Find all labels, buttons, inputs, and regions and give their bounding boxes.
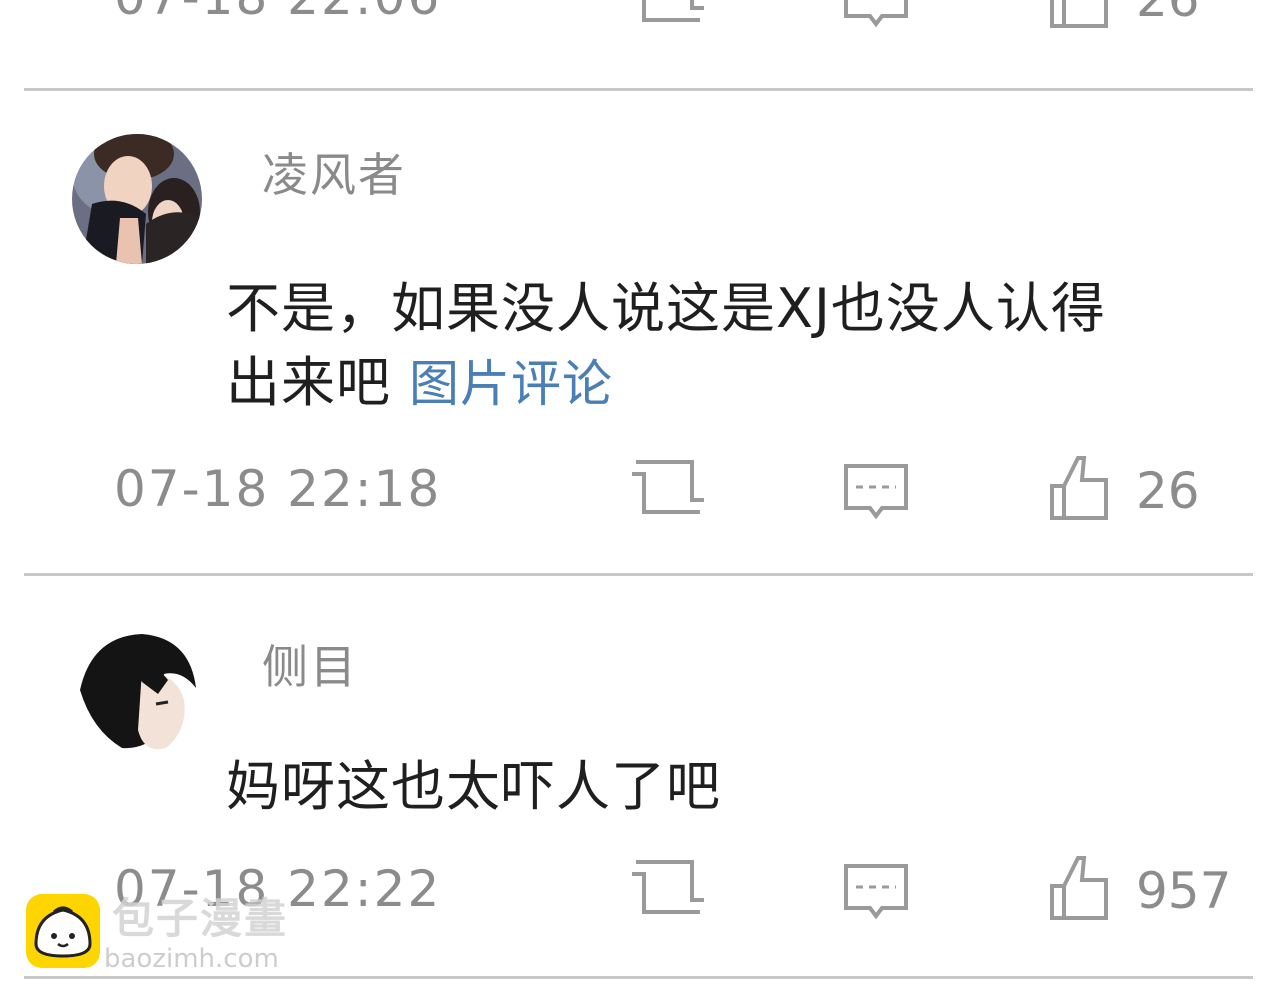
watermark-logo-icon — [26, 894, 100, 968]
watermark: 包子漫畫 baozimh.com — [24, 890, 324, 980]
reply-icon[interactable] — [842, 0, 910, 30]
watermark-name: 包子漫畫 — [112, 894, 289, 943]
comment-time: 07-18 22:06 — [114, 0, 441, 22]
like-count: 26 — [1136, 462, 1200, 520]
like-count: 957 — [1136, 862, 1232, 920]
avatar[interactable] — [72, 630, 202, 760]
divider — [24, 573, 1253, 576]
repost-icon[interactable] — [626, 852, 710, 922]
avatar[interactable] — [72, 134, 202, 264]
comment-list: 07-18 22:06 26 — [0, 0, 1280, 1000]
comment-actions: 07-18 22:18 26 — [0, 452, 1280, 532]
username[interactable]: 侧目 — [262, 644, 358, 690]
comment-body: 妈呀这也太吓人了吧 — [226, 755, 721, 818]
username[interactable]: 凌风者 — [262, 152, 406, 198]
repost-icon[interactable] — [626, 452, 710, 522]
image-comment-link[interactable]: 图片评论 — [409, 355, 613, 413]
comment-text: 不是，如果没人说这是XJ也没人认得出来吧 图片评论 — [226, 272, 1146, 421]
like-icon[interactable] — [1048, 852, 1110, 922]
comment-text: 妈呀这也太吓人了吧 — [226, 750, 1146, 824]
previous-comment-actions: 07-18 22:06 26 — [0, 0, 1280, 40]
like-icon[interactable] — [1048, 0, 1110, 30]
divider — [24, 88, 1253, 91]
comment-body: 不是，如果没人说这是XJ也没人认得出来吧 — [226, 277, 1106, 414]
repost-icon[interactable] — [626, 0, 710, 30]
like-icon[interactable] — [1048, 452, 1110, 522]
reply-icon[interactable] — [842, 852, 910, 922]
like-count: 26 — [1136, 0, 1200, 24]
comment-time: 07-18 22:18 — [114, 460, 442, 518]
reply-icon[interactable] — [842, 452, 910, 522]
watermark-url: baozimh.com — [104, 944, 279, 974]
